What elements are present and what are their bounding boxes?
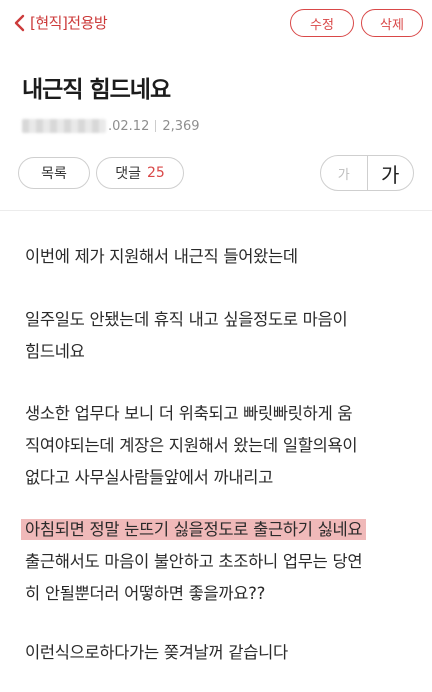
comment-button[interactable]: 댓글 25 bbox=[96, 157, 184, 189]
post-meta: .02.12 2,369 bbox=[22, 117, 200, 135]
body-line: 직여야되는데 계장은 지원해서 왔는데 일할의욕이 bbox=[25, 436, 358, 455]
top-bar: [현직]전용방 수정 삭제 bbox=[0, 0, 432, 46]
body-line: 일주일도 안됐는데 휴직 내고 싶을정도로 마음이 bbox=[25, 310, 348, 329]
body-paragraph-1: 이번에 제가 지원해서 내근직 들어왔는데 bbox=[25, 241, 420, 273]
body-line: 히 안될뿐더러 어떻하면 좋을까요?? bbox=[25, 584, 266, 603]
board-name-link[interactable]: [현직]전용방 bbox=[30, 12, 108, 33]
body-paragraph-3: 생소한 업무다 보니 더 위축되고 빠릿빠릿하게 움 직여야되는데 계장은 지원… bbox=[25, 398, 420, 494]
back-chevron-icon[interactable] bbox=[10, 13, 28, 33]
font-size-toggle: 가 가 bbox=[320, 155, 414, 191]
body-line: 이런식으로하다가는 쫒겨날꺼 같습니다 bbox=[25, 643, 288, 662]
font-small-button[interactable]: 가 bbox=[321, 156, 367, 190]
delete-button[interactable]: 삭제 bbox=[361, 9, 423, 37]
content-divider bbox=[0, 210, 432, 211]
body-paragraph-5: 이런식으로하다가는 쫒겨날꺼 같습니다 bbox=[25, 637, 420, 669]
list-button[interactable]: 목록 bbox=[18, 157, 90, 189]
comment-count: 25 bbox=[146, 165, 165, 181]
meta-divider bbox=[155, 120, 157, 132]
highlighted-sentence: 아침되면 정말 눈뜨기 싫을정도로 출근하기 싫네요 bbox=[21, 519, 367, 540]
body-line: 힘드네요 bbox=[25, 342, 85, 361]
comment-button-label: 댓글 bbox=[115, 166, 141, 182]
body-line: 출근해서도 마음이 불안하고 초조하니 업무는 당연 bbox=[25, 552, 363, 571]
body-paragraph-2: 일주일도 안됐는데 휴직 내고 싶을정도로 마음이 힘드네요 bbox=[25, 304, 420, 368]
view-count: 2,369 bbox=[162, 118, 200, 134]
blurred-author bbox=[22, 119, 106, 133]
body-line: 이번에 제가 지원해서 내근직 들어왔는데 bbox=[25, 247, 298, 266]
list-button-label: 목록 bbox=[41, 166, 67, 182]
edit-button[interactable]: 수정 bbox=[290, 9, 354, 37]
body-line: 없다고 사무실사람들앞에서 까내리고 bbox=[25, 468, 273, 487]
font-large-button[interactable]: 가 bbox=[366, 156, 414, 190]
body-paragraph-4: 아침되면 정말 눈뜨기 싫을정도로 출근하기 싫네요 출근해서도 마음이 불안하… bbox=[21, 514, 420, 610]
body-line: 생소한 업무다 보니 더 위축되고 빠릿빠릿하게 움 bbox=[25, 404, 353, 423]
post-date: .02.12 bbox=[108, 118, 150, 134]
post-title: 내근직 힘드네요 bbox=[22, 77, 171, 103]
